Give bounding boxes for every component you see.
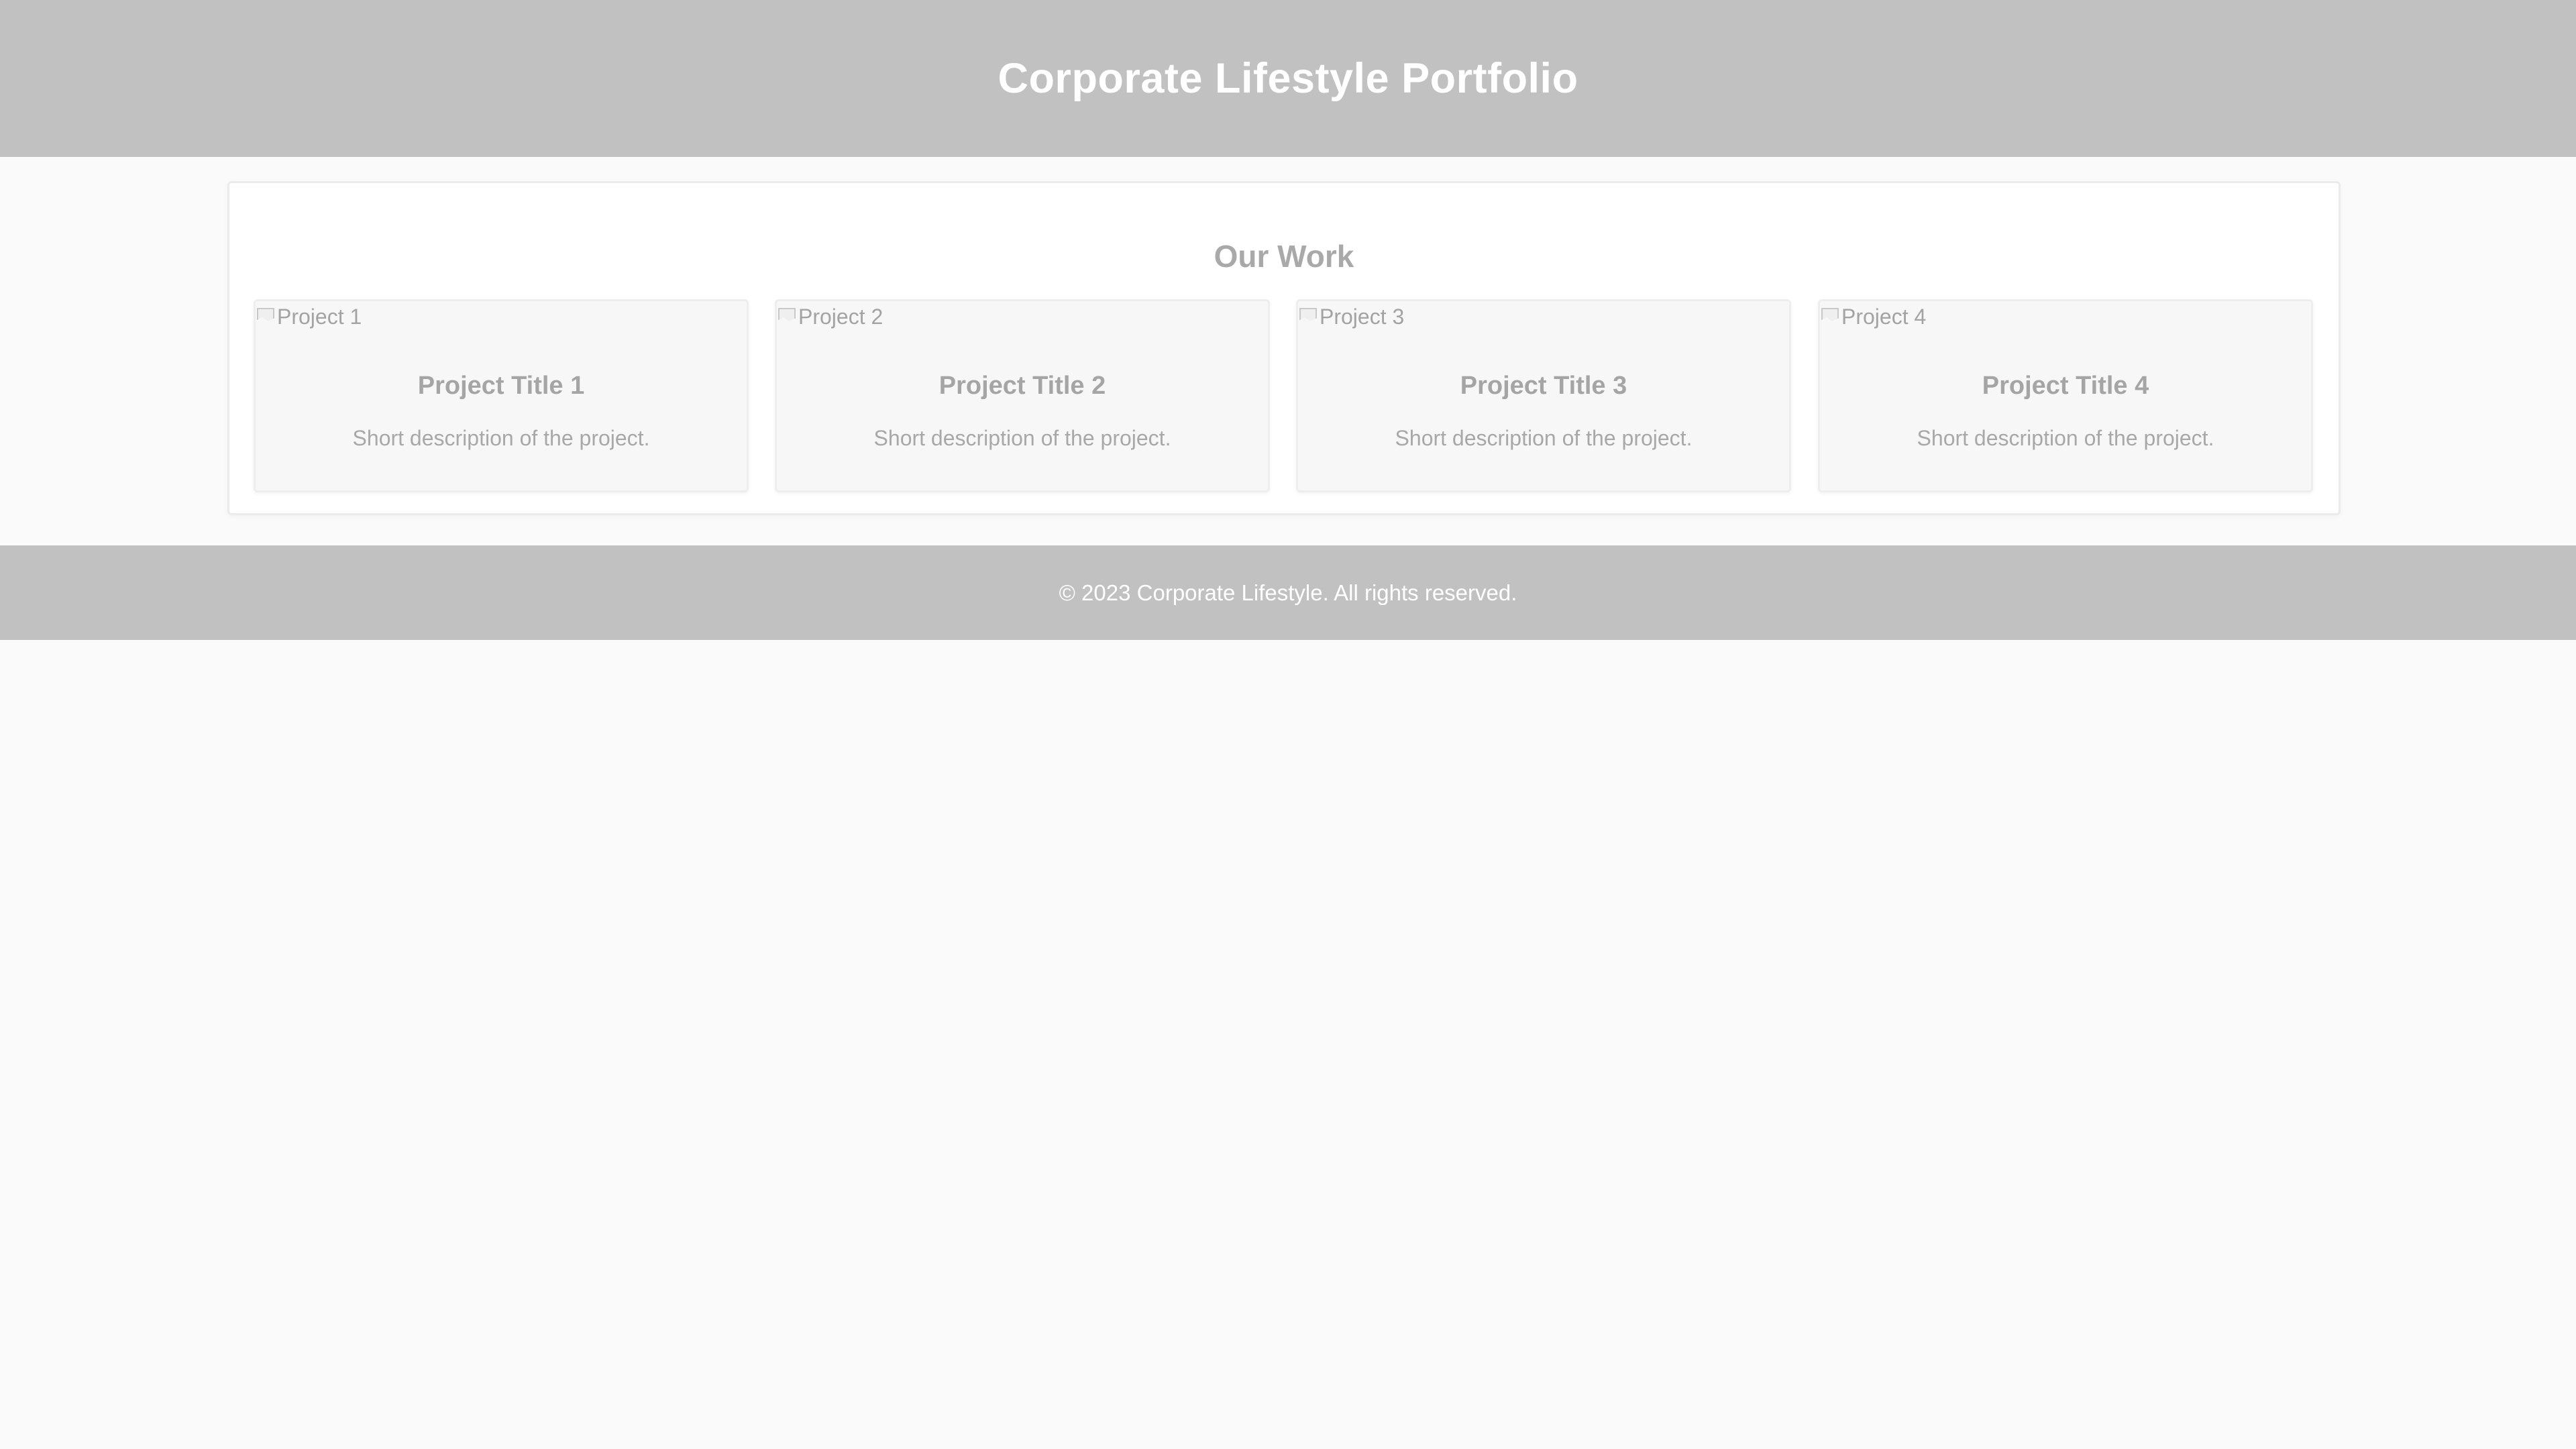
project-description: Short description of the project. <box>873 426 1171 450</box>
project-description: Short description of the project. <box>1395 426 1693 450</box>
project-card-1[interactable]: Project 1 Project Title 1 Short descript… <box>254 299 749 492</box>
project-title: Project Title 4 <box>1982 372 2149 400</box>
project-title: Project Title 1 <box>417 372 585 400</box>
project-title: Project Title 3 <box>1460 372 1627 400</box>
project-image-4: Project 4 <box>1820 301 1926 332</box>
broken-image-icon <box>1298 307 1317 327</box>
project-card-3[interactable]: Project 3 Project Title 3 Short descript… <box>1296 299 1791 492</box>
site-header: Corporate Lifestyle Portfolio <box>0 0 2576 157</box>
broken-image-icon <box>1820 307 1839 327</box>
project-image-3: Project 3 <box>1298 301 1404 332</box>
project-card-4[interactable]: Project 4 Project Title 4 Short descript… <box>1818 299 2313 492</box>
project-image-alt: Project 4 <box>1841 304 1927 329</box>
project-description: Short description of the project. <box>352 426 650 450</box>
broken-image-icon <box>777 307 796 327</box>
project-image-1: Project 1 <box>256 301 362 332</box>
section-title: Our Work <box>1214 239 1354 274</box>
project-image-alt: Project 2 <box>798 304 883 329</box>
site-footer: © 2023 Corporate Lifestyle. All rights r… <box>0 545 2576 640</box>
project-description: Short description of the project. <box>1917 426 2214 450</box>
project-image-2: Project 2 <box>777 301 883 332</box>
project-title: Project Title 2 <box>938 372 1106 400</box>
footer-copyright: © 2023 Corporate Lifestyle. All rights r… <box>1059 580 1517 605</box>
project-image-alt: Project 3 <box>1320 304 1405 329</box>
site-title: Corporate Lifestyle Portfolio <box>998 55 1578 102</box>
our-work-section: Our Work Project 1 Project Title 1 Short… <box>227 181 2341 515</box>
project-card-2[interactable]: Project 2 Project Title 2 Short descript… <box>775 299 1270 492</box>
project-image-alt: Project 1 <box>277 304 362 329</box>
broken-image-icon <box>256 307 274 327</box>
